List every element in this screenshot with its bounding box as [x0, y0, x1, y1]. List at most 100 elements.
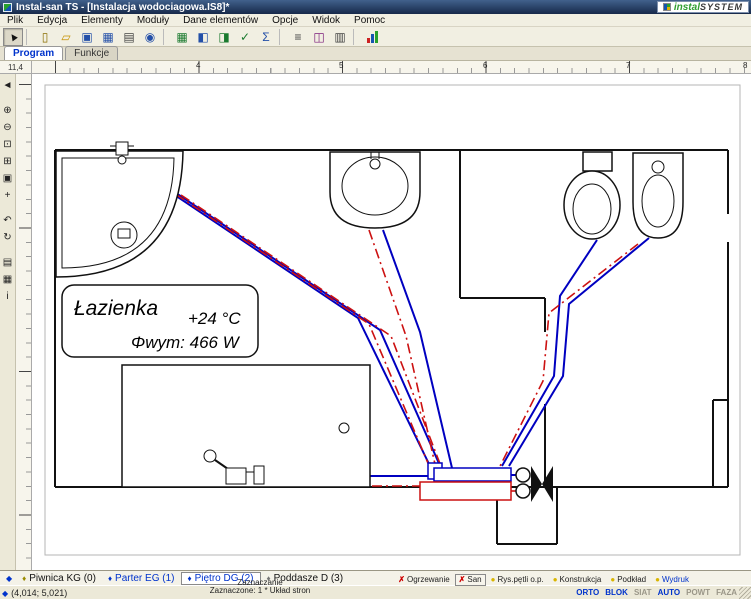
menu-moduly[interactable]: Moduły — [130, 15, 176, 26]
toolbar-separator — [353, 29, 359, 45]
toilet-tank — [583, 152, 612, 171]
printouts-icon: ▥ — [334, 30, 345, 44]
toolbar-separator — [163, 29, 169, 45]
menu-widok[interactable]: Widok — [305, 15, 347, 26]
tab-funkcje[interactable]: Funkcje — [65, 46, 118, 60]
zoom-in-icon[interactable]: ⊕ — [1, 102, 15, 117]
drawing-canvas[interactable]: Łazienka +24 °C Φwym: 466 W — [32, 74, 751, 570]
bathtub[interactable] — [56, 142, 183, 277]
results-icon: ◫ — [313, 30, 324, 44]
vertical-ruler — [16, 74, 32, 570]
previous-view-icon[interactable]: ↶ — [1, 212, 15, 227]
menu-dane-elementow[interactable]: Dane elementów — [176, 15, 265, 26]
washbasin[interactable] — [330, 152, 420, 228]
bulb-icon: ● — [655, 575, 660, 584]
valve-body — [542, 466, 553, 502]
counter[interactable] — [122, 365, 370, 487]
menu-elementy[interactable]: Elementy — [74, 15, 130, 26]
layer-tab-rys-petli[interactable]: ● Rys.pętli o.p. — [487, 574, 548, 586]
ruler-label: 7 — [626, 61, 630, 70]
toilet[interactable] — [564, 152, 620, 239]
print-preview-button[interactable]: ◉ — [140, 28, 160, 46]
app-window: Instal-san TS - [Instalacja wodociagowa.… — [0, 0, 751, 599]
open-file-button[interactable]: ▱ — [56, 28, 76, 46]
cross-icon: ✗ — [398, 575, 405, 584]
grid-icon[interactable]: ▦ — [1, 271, 15, 286]
chart-icon — [367, 31, 378, 43]
data-tables-button[interactable]: ▦ — [172, 28, 192, 46]
general-data-icon: ◨ — [218, 30, 229, 44]
layer-tab-podklad[interactable]: ● Podkład — [606, 574, 650, 586]
general-data-button[interactable]: ◨ — [214, 28, 234, 46]
layer-tab-san[interactable]: ✗ San — [455, 574, 486, 586]
open-folder-icon: ▱ — [61, 30, 70, 44]
room-power: Φwym: 466 W — [131, 333, 241, 352]
layers-icon[interactable]: ▤ — [1, 254, 15, 269]
menu-opcje[interactable]: Opcje — [265, 15, 305, 26]
pipe-hot[interactable] — [369, 230, 439, 482]
menu-edycja[interactable]: Edycja — [30, 15, 74, 26]
layer-tab-wydruk[interactable]: ● Wydruk — [651, 574, 693, 586]
floor-nav-icon[interactable]: ◆ — [2, 574, 16, 583]
toggle-siat[interactable]: SIAT — [634, 588, 652, 597]
printouts-button[interactable]: ▥ — [330, 28, 350, 46]
canvas-area[interactable]: Łazienka +24 °C Φwym: 466 W — [32, 74, 751, 570]
title-bar: Instal-san TS - [Instalacja wodociagowa.… — [0, 0, 751, 14]
save-all-button[interactable]: ▦ — [98, 28, 118, 46]
pipe-cold[interactable] — [509, 238, 649, 466]
ruler-label: 4 — [196, 61, 200, 70]
elements-data-button[interactable]: ◧ — [193, 28, 213, 46]
pan-icon[interactable]: + — [1, 187, 15, 202]
lists-button[interactable]: ≡ — [288, 28, 308, 46]
toggle-orto[interactable]: ORTO — [576, 588, 599, 597]
layer-label: Ogrzewanie — [407, 575, 450, 584]
select-tool-icon[interactable]: ◄ — [1, 77, 15, 92]
bidet[interactable] — [633, 153, 683, 238]
zoom-fit-icon[interactable]: ⊞ — [1, 153, 15, 168]
ruler-label: 8 — [743, 61, 747, 70]
layer-label: San — [467, 575, 481, 584]
statistics-button[interactable] — [362, 28, 382, 46]
calculate-button[interactable]: Σ — [256, 28, 276, 46]
pipe-cold[interactable] — [383, 230, 452, 468]
valve-icon[interactable] — [516, 466, 553, 502]
toggle-blok[interactable]: BLOK — [605, 588, 628, 597]
app-icon — [3, 3, 12, 12]
save-icon: ▣ — [81, 30, 92, 44]
save-button[interactable]: ▣ — [77, 28, 97, 46]
manifold[interactable] — [420, 463, 511, 500]
pipe-cold[interactable] — [502, 240, 597, 466]
check-data-button[interactable]: ✓ — [235, 28, 255, 46]
layer-tabbar: ✗ Ogrzewanie ✗ San ● Rys.pętli o.p. ● Ko… — [394, 573, 693, 586]
redraw-icon[interactable]: ↻ — [1, 229, 15, 244]
data-table-icon: ▦ — [176, 30, 187, 44]
menu-pomoc[interactable]: Pomoc — [347, 15, 392, 26]
zoom-window-icon[interactable]: ⊡ — [1, 136, 15, 151]
bulb-icon: ● — [553, 575, 558, 584]
zoom-out-icon[interactable]: ⊖ — [1, 119, 15, 134]
room-label[interactable]: Łazienka +24 °C Φwym: 466 W — [62, 285, 258, 357]
info-icon[interactable]: i — [1, 288, 15, 303]
results-button[interactable]: ◫ — [309, 28, 329, 46]
print-button[interactable]: ▤ — [119, 28, 139, 46]
side-toolbar: ◄ ⊕ ⊖ ⊡ ⊞ ▣ + ↶ ↻ ▤ ▦ i — [0, 74, 16, 570]
pointer-tool-button[interactable]: ▲ — [3, 28, 23, 46]
window-title: Instal-san TS - [Instalacja wodociagowa.… — [16, 2, 229, 13]
toggle-auto[interactable]: AUTO — [658, 588, 681, 597]
floor-tab-piwnica[interactable]: ♦ Piwnica KG (0) — [16, 572, 102, 585]
menu-plik[interactable]: Plik — [0, 15, 30, 26]
toggle-faza[interactable]: FAZA — [716, 588, 737, 597]
resize-grip[interactable] — [739, 587, 751, 599]
zoom-page-icon[interactable]: ▣ — [1, 170, 15, 185]
toolbar-separator — [279, 29, 285, 45]
elements-table-icon: ◧ — [197, 30, 208, 44]
save-all-icon: ▦ — [102, 30, 113, 44]
layer-tab-konstrukcja[interactable]: ● Konstrukcja — [549, 574, 606, 586]
tab-program[interactable]: Program — [4, 46, 63, 60]
layer-tab-ogrzewanie[interactable]: ✗ Ogrzewanie — [394, 574, 453, 586]
new-file-button[interactable]: ▯ — [35, 28, 55, 46]
valve-body — [531, 466, 542, 502]
brand-grid-icon — [663, 3, 671, 11]
toggle-powt[interactable]: POWT — [686, 588, 710, 597]
calculate-icon: Σ — [262, 30, 269, 44]
